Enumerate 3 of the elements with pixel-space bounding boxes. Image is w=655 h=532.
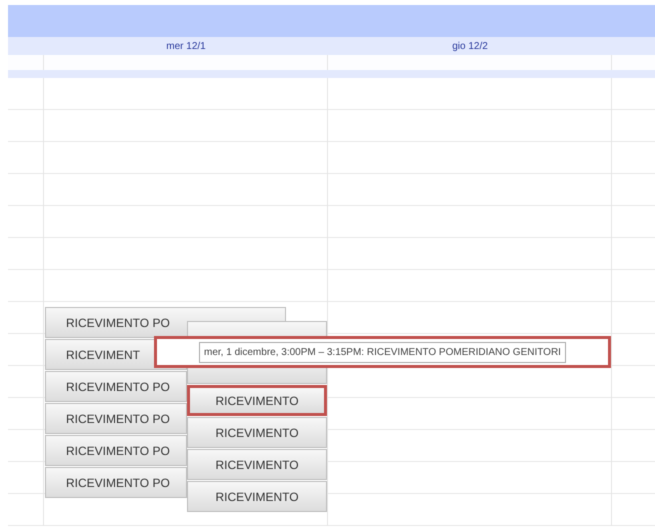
day-header: gio 12/2 xyxy=(452,40,488,54)
day-header: mer 12/1 xyxy=(166,40,206,54)
tooltip-text: mer, 1 dicembre, 3:00PM – 3:15PM: RICEVIMENTO POMERIDIANO GENITORI xyxy=(199,342,566,362)
